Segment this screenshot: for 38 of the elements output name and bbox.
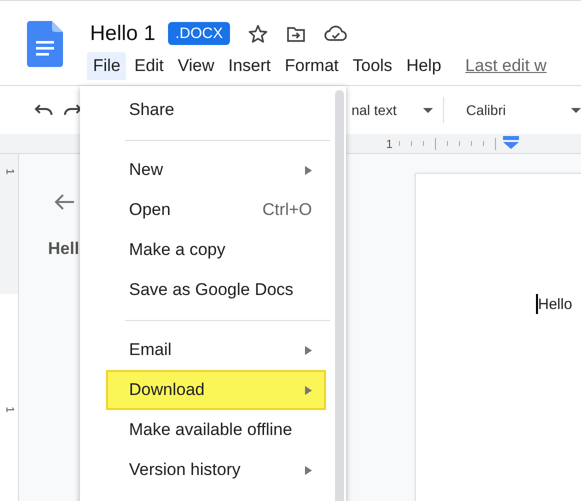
last-edit-link[interactable]: Last edit w	[465, 56, 547, 76]
menu-item[interactable]: Format	[278, 52, 345, 80]
menu-item[interactable]: Edit	[128, 52, 170, 80]
menu-item[interactable]: Insert	[222, 52, 277, 80]
scrollbar[interactable]	[335, 90, 344, 501]
menu-item[interactable]: Email	[80, 330, 335, 370]
document-text: Hello	[538, 296, 572, 312]
menu-item[interactable]: Tools	[346, 52, 398, 80]
caret-icon	[570, 108, 581, 112]
outline-heading[interactable]: Hell	[48, 239, 80, 259]
undo-icon[interactable]	[34, 103, 54, 117]
menu-item[interactable]: View	[172, 52, 220, 80]
back-arrow-icon[interactable]	[53, 193, 75, 211]
menu-item[interactable]: Share	[80, 90, 335, 130]
menu-item[interactable]: Open Ctrl+O	[80, 190, 335, 230]
folder-icon[interactable]	[286, 24, 306, 42]
docs-logo-icon[interactable]	[27, 21, 63, 67]
cloud-check-icon[interactable]	[324, 24, 348, 42]
document-title[interactable]: Hello 1	[90, 22, 156, 46]
file-type-badge: .DOCX	[168, 22, 230, 45]
redo-icon[interactable]	[63, 103, 83, 117]
style-dropdown[interactable]: nal text	[351, 102, 434, 118]
caret-icon	[423, 108, 434, 112]
star-icon[interactable]	[248, 24, 268, 44]
menu-item[interactable]: Version history	[80, 450, 335, 490]
menu-item[interactable]: New	[80, 150, 335, 190]
text-cursor	[536, 294, 538, 314]
menu-item[interactable]: Save as Google Docs	[80, 270, 335, 310]
ruler-number: 1	[4, 168, 14, 177]
menu-item[interactable]: Download	[106, 370, 326, 410]
ruler-number: 1	[4, 406, 14, 415]
menu-item[interactable]: File	[87, 52, 126, 80]
indent-marker-icon[interactable]	[503, 136, 519, 150]
ruler-number: 1	[386, 136, 393, 150]
font-dropdown[interactable]: Calibri	[444, 102, 581, 118]
menu-item[interactable]: Make available offline	[80, 410, 335, 450]
menu-item[interactable]: Make a copy	[80, 230, 335, 270]
menu-item[interactable]: Help	[400, 52, 448, 80]
